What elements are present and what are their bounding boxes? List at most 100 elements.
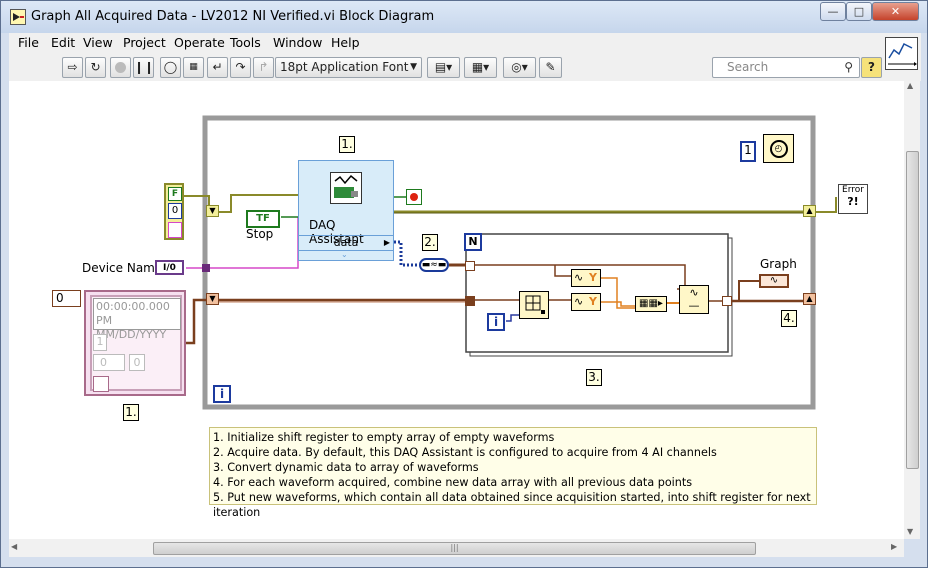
get-waveform-components-2[interactable]: ∿ Y xyxy=(571,293,601,311)
error-cluster-constant[interactable]: F 0 xyxy=(164,183,184,240)
context-help-button[interactable]: ? xyxy=(861,57,882,78)
step-1-label-top: 1. xyxy=(339,136,355,153)
timestamp-time: 00:00:00.000 PM xyxy=(96,300,170,327)
run-arrow-icon: ⇨ xyxy=(67,60,78,74)
io-const-text: I/0 xyxy=(163,263,176,273)
stopped-led-indicator[interactable] xyxy=(406,189,422,205)
wait-function[interactable]: ◴ xyxy=(763,134,794,163)
step-into-button[interactable]: ↵ xyxy=(207,57,228,78)
stop-control-terminal[interactable]: TF xyxy=(246,210,280,228)
horizontal-scroll-thumb[interactable]: ||| xyxy=(153,542,756,555)
comment-line-5: 5. Put new waveforms, which contain all … xyxy=(213,491,811,520)
device-name-label: Device Name xyxy=(82,261,163,275)
abort-button[interactable] xyxy=(110,57,131,78)
menu-window[interactable]: Window xyxy=(273,35,322,50)
graph-wire[interactable] xyxy=(738,280,759,301)
convert-from-dynamic-data[interactable]: ▬≈▬ xyxy=(419,258,449,272)
step-into-icon: ↵ xyxy=(212,60,223,74)
search-box[interactable]: Search ⚲ xyxy=(712,57,860,78)
vertical-scrollbar[interactable]: ▲ ▼ xyxy=(904,81,920,539)
reorder-button[interactable]: ◎▾ xyxy=(503,57,536,78)
y-component-label: Y xyxy=(589,295,597,308)
diagram-comment[interactable]: 1. Initialize shift register to empty ar… xyxy=(209,427,817,519)
dt-field[interactable]: 1 xyxy=(93,334,107,351)
waveform-shift-register-left[interactable]: ▼ xyxy=(206,293,219,305)
get-waveform-components-1[interactable]: ∿ Y xyxy=(571,269,601,287)
close-button[interactable]: ✕ xyxy=(872,2,919,21)
help-icon: ? xyxy=(868,60,875,74)
menu-project[interactable]: Project xyxy=(123,35,166,50)
title-bar[interactable]: Graph All Acquired Data - LV2012 NI Veri… xyxy=(1,1,927,33)
lightbulb-icon: ◯ xyxy=(163,60,178,74)
y-array-element[interactable]: 0 xyxy=(129,354,145,371)
step-1-label-bottom: 1. xyxy=(123,404,139,421)
device-name-io-constant[interactable]: I/0 xyxy=(155,260,184,275)
waveform-shift-register-right[interactable]: ▲ xyxy=(803,293,816,305)
minimize-button[interactable]: — xyxy=(820,2,846,21)
align-objects-button[interactable]: ▤▾ xyxy=(427,57,460,78)
for-loop-iteration-terminal[interactable]: i xyxy=(487,313,505,331)
step-3-label: 3. xyxy=(586,369,602,386)
block-diagram-canvas[interactable]: 1. 1. 2. 3. 4. 1 ◴ DAQ Assistant data ▶ … xyxy=(9,81,904,539)
graph-indicator-terminal[interactable]: ∿ xyxy=(759,274,789,288)
stop-label: Stop xyxy=(246,227,274,241)
error-shift-register-left[interactable]: ▼ xyxy=(206,205,219,217)
step-out-button[interactable]: ↱ xyxy=(253,57,274,78)
search-icon: ⚲ xyxy=(844,60,853,74)
scroll-down-arrow-icon[interactable]: ▼ xyxy=(907,527,913,536)
dynamic-data-wire[interactable] xyxy=(394,240,419,267)
step-out-icon: ↱ xyxy=(258,60,269,74)
stopwatch-icon: ◴ xyxy=(769,140,788,158)
menu-edit[interactable]: Edit xyxy=(51,35,75,50)
menu-help[interactable]: Help xyxy=(331,35,360,50)
for-loop-input-tunnel-1[interactable] xyxy=(465,261,475,271)
clean-up-icon: ✎ xyxy=(545,60,556,74)
clean-up-diagram-button[interactable]: ✎ xyxy=(539,57,562,78)
menu-file[interactable]: File xyxy=(18,35,39,50)
scroll-right-arrow-icon[interactable]: ▶ xyxy=(891,542,897,551)
graph-label: Graph xyxy=(760,257,797,271)
retain-wire-values-button[interactable]: ▦ xyxy=(183,57,204,78)
distribute-objects-button[interactable]: ▦▾ xyxy=(464,57,497,78)
wait-constant[interactable]: 1 xyxy=(740,141,756,162)
build-array-function[interactable]: ▦▦▸ xyxy=(635,296,667,312)
io-terminal-dot xyxy=(202,264,210,272)
maximize-button[interactable]: □ xyxy=(846,2,872,21)
error-shift-register-right[interactable]: ▲ xyxy=(803,205,816,217)
dropdown-arrow-icon: ▼ xyxy=(410,62,417,72)
vi-icon[interactable] xyxy=(885,37,918,70)
scroll-up-arrow-icon[interactable]: ▲ xyxy=(907,81,913,90)
error-wire-to-indicator[interactable] xyxy=(815,197,837,213)
horizontal-scrollbar[interactable]: ◀ ||| ▶ xyxy=(9,539,904,557)
labview-app-icon xyxy=(10,9,26,25)
font-selector[interactable]: 18pt Application Font ▼ xyxy=(275,57,422,78)
for-loop-count-terminal[interactable]: N xyxy=(464,233,482,251)
daq-data-terminal[interactable]: data ▶ xyxy=(299,235,393,251)
scroll-left-arrow-icon[interactable]: ◀ xyxy=(11,542,17,551)
build-waveform-function[interactable]: ∿ — xyxy=(679,285,709,314)
highlight-execution-button[interactable]: ◯ xyxy=(160,57,181,78)
run-continuously-button[interactable]: ↻ xyxy=(85,57,106,78)
for-loop-input-tunnel-2[interactable] xyxy=(465,296,475,306)
run-button[interactable]: ⇨ xyxy=(62,57,83,78)
menu-view[interactable]: View xyxy=(83,35,113,50)
empty-waveform-array-constant[interactable]: 00:00:00.000 PM MM/DD/YYYY 1 0 0 xyxy=(84,290,186,396)
build-waveform-icon: ∿ — xyxy=(688,286,700,312)
stop-sign-icon xyxy=(115,62,126,73)
y-array-index[interactable]: 0 xyxy=(93,354,125,371)
timestamp-field[interactable]: 00:00:00.000 PM MM/DD/YYYY xyxy=(93,298,181,341)
menu-operate[interactable]: Operate xyxy=(174,35,225,50)
pause-button[interactable]: ❙❙ xyxy=(133,57,154,78)
error-out-indicator[interactable]: Error ?! xyxy=(838,184,868,214)
error-icon-text: Error xyxy=(842,185,864,195)
daq-assistant-express-vi[interactable]: DAQ Assistant data ▶ ⌄ xyxy=(298,160,394,261)
step-over-button[interactable]: ↷ xyxy=(230,57,251,78)
step-4-label: 4. xyxy=(781,310,797,327)
while-loop-iteration-terminal[interactable]: i xyxy=(213,385,231,403)
attributes-field[interactable] xyxy=(93,376,109,392)
vertical-scroll-thumb[interactable] xyxy=(906,151,919,469)
index-array-function[interactable] xyxy=(519,291,549,319)
menu-tools[interactable]: Tools xyxy=(230,35,261,50)
array-index-display[interactable]: 0 xyxy=(52,290,81,307)
for-loop-output-tunnel[interactable] xyxy=(722,296,732,306)
